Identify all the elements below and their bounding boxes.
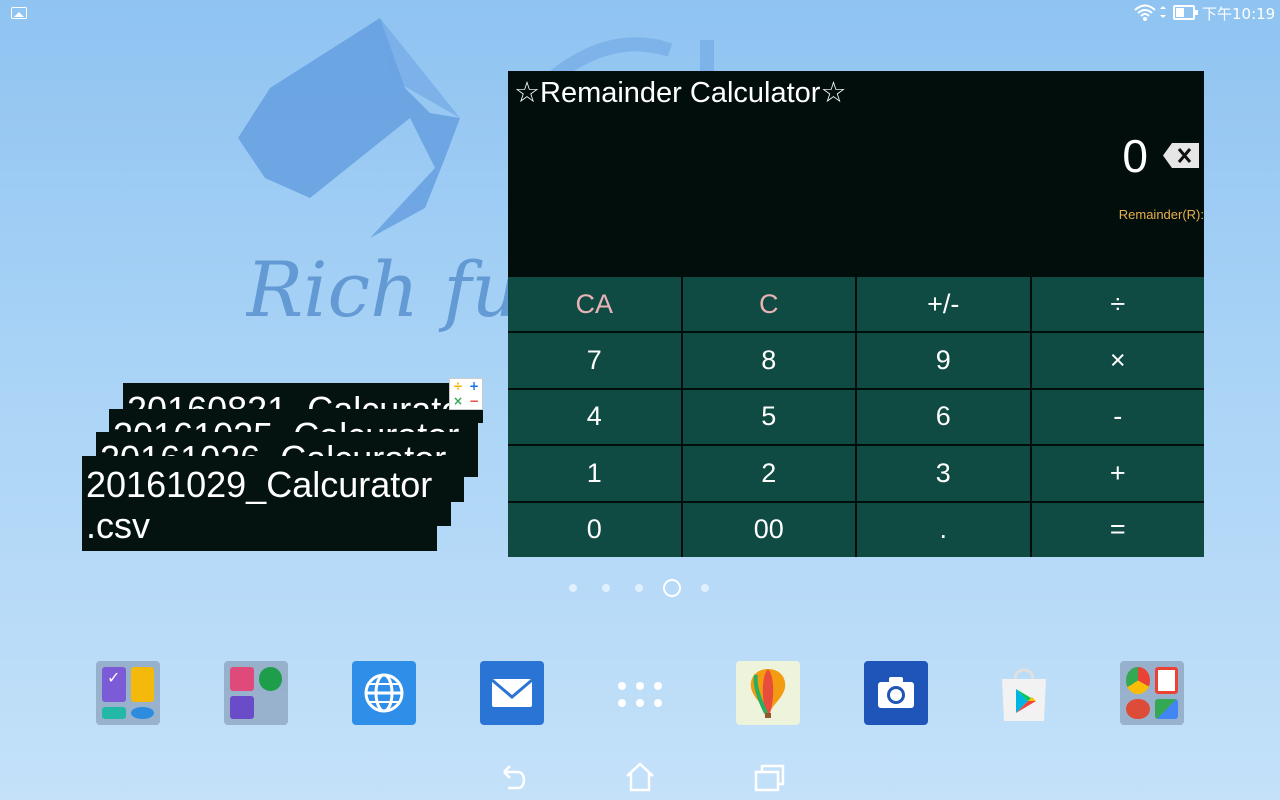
key-equals[interactable]: = [1031,502,1204,557]
empty-slot [259,696,283,720]
play-store-icon[interactable] [992,661,1056,725]
key-clear[interactable]: C [682,277,855,332]
key-0[interactable]: 0 [508,502,681,557]
file-name: 20161029_Calcurator [86,464,433,505]
puzzle-icon [230,695,254,719]
key-multiply[interactable]: × [1031,333,1204,388]
key-divide[interactable]: ÷ [1031,277,1204,332]
gallery-icon[interactable] [736,661,800,725]
recent-apps-icon[interactable] [752,760,786,794]
backspace-icon[interactable] [1162,142,1200,169]
status-time: 下午10:19 [1202,5,1276,23]
page-dot[interactable] [569,584,577,592]
battery-icon [1173,5,1198,20]
remainder-calculator: ☆Remainder Calculator☆ 0 Remainder(R): C… [508,71,1204,557]
wallpaper-logo-icon [238,18,460,238]
browser-icon[interactable] [352,661,416,725]
camera-glyph-icon [878,677,914,708]
shopping-bag-icon [1002,668,1046,721]
tools-folder[interactable]: ✓ [96,661,160,725]
sync-icon [258,667,282,691]
key-subtract[interactable]: - [1031,389,1204,445]
page-dot-active[interactable] [663,579,681,597]
gmail-icon [1154,667,1178,694]
back-icon[interactable] [496,760,530,794]
key-00[interactable]: 00 [682,502,855,557]
settings-icon [130,706,154,719]
key-3[interactable]: 3 [857,446,1030,501]
wifi-icon [1134,4,1166,21]
google-plus-icon [1126,698,1150,719]
page-dot[interactable] [635,584,643,592]
chrome-icon [1126,667,1150,694]
key-4[interactable]: 4 [508,389,681,445]
checklist-icon: ✓ [102,667,126,702]
balloon-icon [750,669,786,718]
file-extension: .csv [86,505,151,546]
key-7[interactable]: 7 [508,333,681,388]
camera-icon[interactable] [864,661,928,725]
key-clear-all[interactable]: CA [508,277,681,332]
key-8[interactable]: 8 [682,333,855,388]
key-decimal[interactable]: . [857,502,1030,557]
key-6[interactable]: 6 [857,389,1030,445]
key-add[interactable]: + [1031,446,1204,501]
home-icon[interactable] [623,760,657,794]
news-icon [230,667,254,691]
key-1[interactable]: 1 [508,446,681,501]
keypad: CA C +/- ÷ 7 8 9 × 4 5 6 - 1 2 3 + 0 00 … [508,277,1204,557]
key-9[interactable]: 9 [857,333,1030,388]
app-grid-icon [618,682,662,707]
image-icon [11,7,27,19]
calculator-icon [102,706,126,719]
remainder-label: Remainder(R): [1118,207,1204,222]
key-5[interactable]: 5 [682,389,855,445]
email-icon[interactable] [480,661,544,725]
calculator-title: ☆Remainder Calculator☆ [514,77,847,109]
key-2[interactable]: 2 [682,446,855,501]
envelope-icon [491,678,533,707]
asus-apps-folder[interactable] [224,661,288,725]
key-sign[interactable]: +/- [857,277,1030,332]
calculator-badge-icon: ÷ + × − [449,378,483,410]
page-indicator [560,578,720,598]
page-dot[interactable] [701,584,709,592]
file-manager-icon [130,667,154,702]
wallpaper-text: Rich fu [246,245,521,334]
maps-icon [1154,698,1178,719]
status-bar: 下午10:19 [0,0,1280,26]
globe-icon [364,673,404,713]
page-dot[interactable] [602,584,610,592]
google-folder[interactable] [1120,661,1184,725]
calculator-display: 0 [1122,130,1148,182]
all-apps-button[interactable] [608,661,672,725]
